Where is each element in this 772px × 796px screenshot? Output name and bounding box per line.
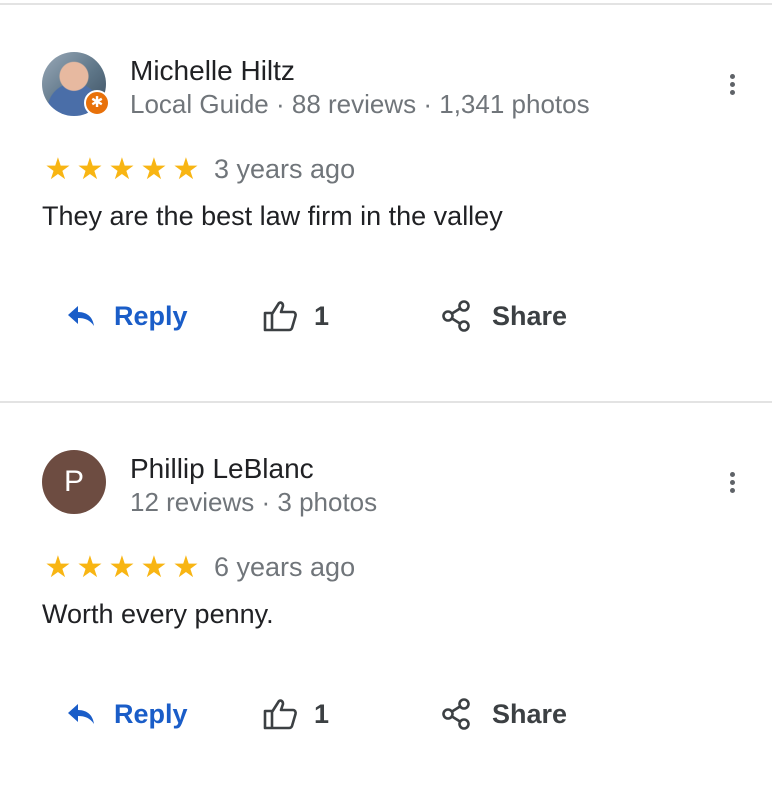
reviewer-name[interactable]: Phillip LeBlanc bbox=[130, 453, 314, 485]
star-icon: ★ bbox=[44, 551, 72, 584]
like-count: 1 bbox=[314, 300, 330, 331]
review-card: P Phillip LeBlanc 12 reviews · 3 photos … bbox=[0, 398, 772, 796]
star-rating: ★ ★ ★ ★ ★ bbox=[42, 152, 202, 188]
share-button[interactable]: Share bbox=[440, 690, 567, 738]
share-button[interactable]: Share bbox=[440, 292, 567, 340]
star-icon: ★ bbox=[140, 551, 168, 584]
local-guide-badge-icon: ✱ bbox=[84, 90, 110, 116]
star-icon: ★ bbox=[172, 551, 200, 584]
share-label: Share bbox=[492, 300, 568, 331]
thumbs-up-icon bbox=[263, 699, 297, 730]
star-icon: ★ bbox=[108, 153, 136, 186]
like-button[interactable]: 1 bbox=[262, 292, 329, 340]
review-card: ✱ Michelle Hiltz Local Guide · 88 review… bbox=[0, 0, 772, 398]
share-label: Share bbox=[492, 698, 568, 729]
review-time: 3 years ago bbox=[214, 154, 356, 184]
like-button[interactable]: 1 bbox=[262, 690, 329, 738]
more-vert-icon bbox=[729, 74, 735, 79]
review-text: Worth every penny. bbox=[42, 599, 274, 629]
reply-label: Reply bbox=[114, 698, 188, 729]
thumbs-up-icon bbox=[263, 301, 297, 332]
reply-button[interactable]: Reply bbox=[66, 690, 188, 738]
star-rating: ★ ★ ★ ★ ★ bbox=[42, 550, 202, 586]
star-icon: ★ bbox=[140, 153, 168, 186]
more-options-button[interactable] bbox=[722, 472, 742, 502]
reply-arrow-icon bbox=[68, 306, 94, 326]
reply-arrow-icon bbox=[68, 704, 94, 724]
like-count: 1 bbox=[314, 698, 330, 729]
reply-button[interactable]: Reply bbox=[66, 292, 188, 340]
review-text: They are the best law firm in the valley bbox=[42, 201, 503, 231]
reviewer-meta[interactable]: 12 reviews · 3 photos bbox=[130, 487, 377, 518]
reviewer-name[interactable]: Michelle Hiltz bbox=[130, 55, 295, 87]
more-vert-icon bbox=[729, 472, 735, 477]
reviewer-avatar[interactable]: P bbox=[42, 450, 106, 514]
reviewer-meta[interactable]: Local Guide · 88 reviews · 1,341 photos bbox=[130, 89, 590, 120]
star-icon: ★ bbox=[108, 551, 136, 584]
reply-label: Reply bbox=[114, 300, 188, 331]
reviewer-avatar[interactable]: ✱ bbox=[42, 52, 110, 116]
star-icon: ★ bbox=[76, 551, 104, 584]
more-options-button[interactable] bbox=[722, 74, 742, 104]
share-icon bbox=[442, 300, 470, 332]
share-icon bbox=[442, 698, 470, 730]
star-icon: ★ bbox=[76, 153, 104, 186]
star-icon: ★ bbox=[44, 153, 72, 186]
review-time: 6 years ago bbox=[214, 552, 356, 582]
star-icon: ★ bbox=[172, 153, 200, 186]
